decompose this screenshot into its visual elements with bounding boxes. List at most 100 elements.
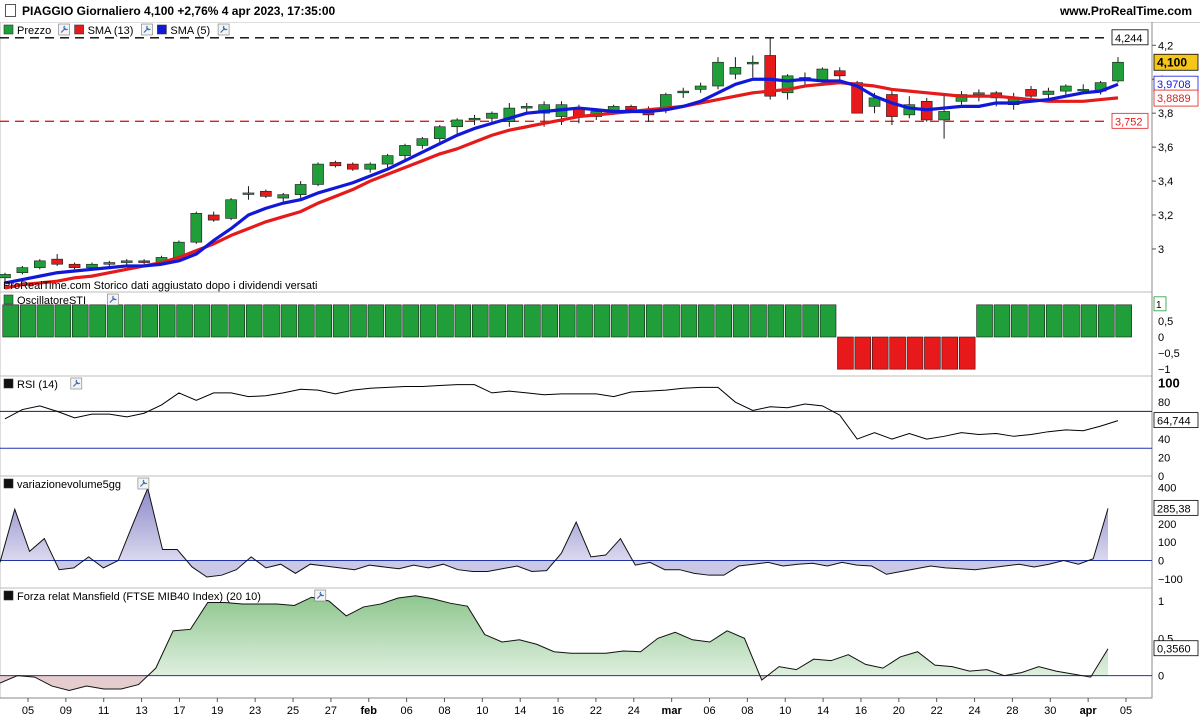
sti-bar[interactable] xyxy=(906,336,924,370)
legend-sti-settings-icon[interactable] xyxy=(107,293,119,306)
candle-body[interactable] xyxy=(51,258,63,265)
candle-body[interactable] xyxy=(86,263,98,268)
candle-body[interactable] xyxy=(260,190,272,197)
candle-body[interactable] xyxy=(225,199,237,219)
sti-bar[interactable] xyxy=(385,304,402,338)
candle-body[interactable] xyxy=(486,112,498,119)
sti-bar[interactable] xyxy=(106,304,124,338)
candle-body[interactable] xyxy=(364,163,377,170)
sti-bar[interactable] xyxy=(1011,304,1028,338)
candle-body[interactable] xyxy=(1042,90,1055,95)
sti-bar[interactable] xyxy=(1098,304,1115,338)
sti-bar[interactable] xyxy=(524,304,541,338)
legend-rsi-settings-icon[interactable] xyxy=(70,377,83,390)
candle-body[interactable] xyxy=(973,92,985,95)
candle-body[interactable] xyxy=(138,260,150,263)
sti-bar[interactable] xyxy=(698,304,715,338)
sti-bar[interactable] xyxy=(489,304,506,338)
candle-body[interactable] xyxy=(347,163,359,170)
candle-body[interactable] xyxy=(416,138,429,146)
sti-bar[interactable] xyxy=(158,304,176,338)
site-url[interactable]: www.ProRealTime.com xyxy=(1060,4,1192,18)
sti-bar[interactable] xyxy=(298,304,315,338)
candle-body[interactable] xyxy=(329,162,342,167)
candle-body[interactable] xyxy=(103,262,116,265)
candle-body[interactable] xyxy=(1112,61,1124,82)
sti-bar[interactable] xyxy=(454,304,472,338)
sti-bar[interactable] xyxy=(245,304,263,338)
sti-bar[interactable] xyxy=(558,304,576,338)
candle-body[interactable] xyxy=(294,184,307,195)
candle-body[interactable] xyxy=(381,155,394,165)
candle-body[interactable] xyxy=(729,67,742,75)
candle-body[interactable] xyxy=(312,163,324,185)
sti-bar[interactable] xyxy=(1115,304,1132,338)
sti-bar[interactable] xyxy=(750,304,767,338)
sti-bar[interactable] xyxy=(419,304,437,338)
sti-bar[interactable] xyxy=(89,304,106,338)
candle-body[interactable] xyxy=(833,70,846,77)
sti-bar[interactable] xyxy=(819,304,837,338)
candle-body[interactable] xyxy=(242,192,255,195)
candle-body[interactable] xyxy=(433,126,446,139)
legend-sma13-settings-icon[interactable] xyxy=(141,23,153,36)
candle-body[interactable] xyxy=(1060,85,1072,92)
sti-bar[interactable] xyxy=(350,304,367,338)
candle-body[interactable] xyxy=(1077,89,1090,92)
sti-bar[interactable] xyxy=(958,336,976,370)
sti-bar[interactable] xyxy=(837,336,854,370)
sti-bar[interactable] xyxy=(471,304,489,338)
sti-bar[interactable] xyxy=(889,336,906,370)
sti-bar[interactable] xyxy=(1063,304,1080,338)
sti-bar[interactable] xyxy=(315,304,332,338)
sti-bar[interactable] xyxy=(367,304,385,338)
sti-bar[interactable] xyxy=(785,304,802,338)
candle-body[interactable] xyxy=(399,145,411,156)
sti-bar[interactable] xyxy=(37,304,54,338)
sti-bar[interactable] xyxy=(280,304,298,338)
sti-bar[interactable] xyxy=(141,304,159,338)
candle-body[interactable] xyxy=(120,260,133,263)
sti-bar[interactable] xyxy=(1080,304,1098,338)
candle-body[interactable] xyxy=(16,267,29,274)
sti-bar[interactable] xyxy=(228,304,246,338)
legend-prezzo-settings-icon[interactable] xyxy=(58,23,70,36)
sti-bar[interactable] xyxy=(941,336,959,370)
legend-volume-settings-icon[interactable] xyxy=(137,477,150,490)
candle-body[interactable] xyxy=(677,90,690,94)
candle-body[interactable] xyxy=(207,214,220,221)
sti-bar[interactable] xyxy=(628,304,646,338)
sti-bar[interactable] xyxy=(924,336,941,370)
sti-bar[interactable] xyxy=(976,304,993,338)
sti-bar[interactable] xyxy=(176,304,193,338)
candle-body[interactable] xyxy=(1025,89,1037,97)
candle-body[interactable] xyxy=(0,274,11,279)
candle-body[interactable] xyxy=(938,111,950,121)
candle-body[interactable] xyxy=(190,213,203,243)
candle-body[interactable] xyxy=(712,61,724,87)
sti-bar[interactable] xyxy=(576,304,593,338)
sti-bar[interactable] xyxy=(437,304,454,338)
sti-bar[interactable] xyxy=(541,304,559,338)
sti-bar[interactable] xyxy=(54,304,72,338)
candle-body[interactable] xyxy=(694,85,707,90)
legend-mansfield-settings-icon[interactable] xyxy=(314,589,327,602)
candle-body[interactable] xyxy=(468,117,481,121)
sti-bar[interactable] xyxy=(871,336,889,370)
sti-bar[interactable] xyxy=(2,304,19,338)
candle-body[interactable] xyxy=(625,106,637,111)
sti-bar[interactable] xyxy=(1045,304,1063,338)
sti-bar[interactable] xyxy=(402,304,419,338)
candle-body[interactable] xyxy=(277,194,290,199)
sti-bar[interactable] xyxy=(767,304,785,338)
candle-body[interactable] xyxy=(451,119,463,128)
sti-bar[interactable] xyxy=(593,304,611,338)
candle-body[interactable] xyxy=(68,263,81,268)
candle-body[interactable] xyxy=(746,61,759,65)
sti-bar[interactable] xyxy=(124,304,141,338)
sti-bar[interactable] xyxy=(211,304,228,338)
sti-bar[interactable] xyxy=(1028,304,1045,338)
sti-bar[interactable] xyxy=(263,304,280,338)
sti-bar[interactable] xyxy=(19,304,37,338)
sti-bar[interactable] xyxy=(663,304,680,338)
